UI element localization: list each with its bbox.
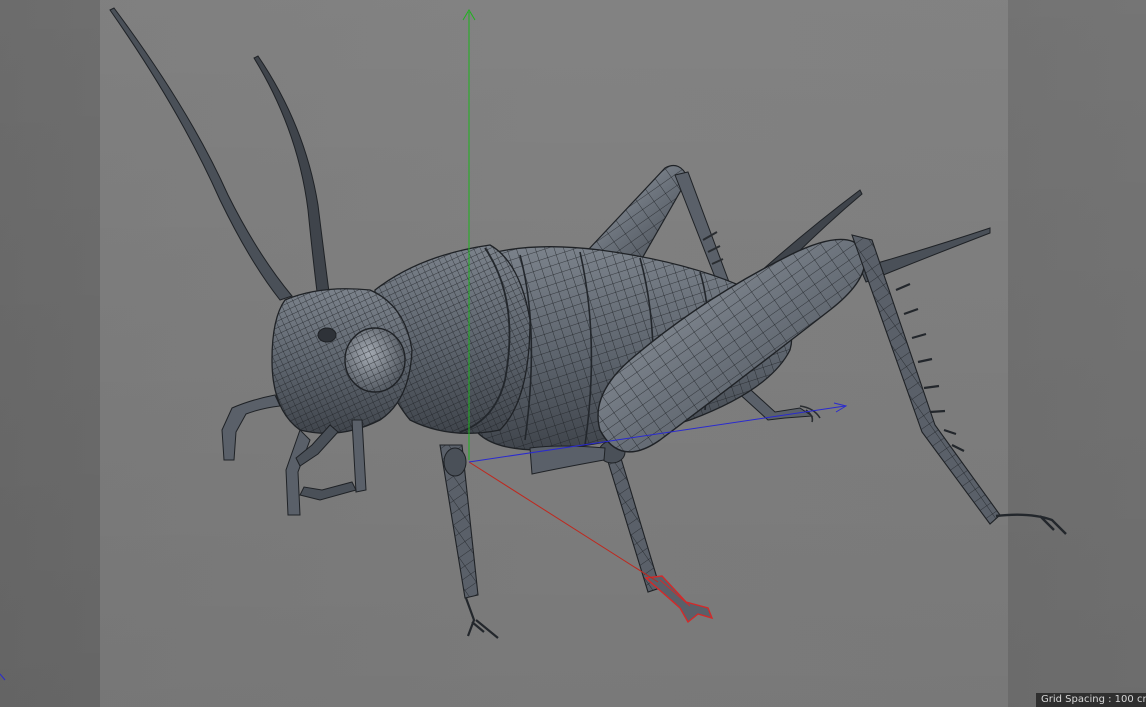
middle-leg-near[interactable] [439,444,499,639]
hind-tibia[interactable] [851,234,1067,535]
world-axis-corner-icon [0,673,6,681]
left-antenna[interactable] [109,7,293,301]
viewport-scene[interactable] [0,0,1146,707]
maxillary-palp-right[interactable] [285,424,339,516]
right-antenna[interactable] [253,55,335,331]
compound-eye[interactable] [344,327,406,393]
grid-spacing-readout: Grid Spacing : 100 cm [1036,693,1146,707]
selected-tarsus[interactable] [644,575,714,624]
maxillary-palp-left[interactable] [221,394,281,461]
hind-leg-near-tibia[interactable] [529,440,661,593]
3d-viewport[interactable]: Grid Spacing : 100 cm [0,0,1146,707]
antenna-socket [317,327,337,343]
